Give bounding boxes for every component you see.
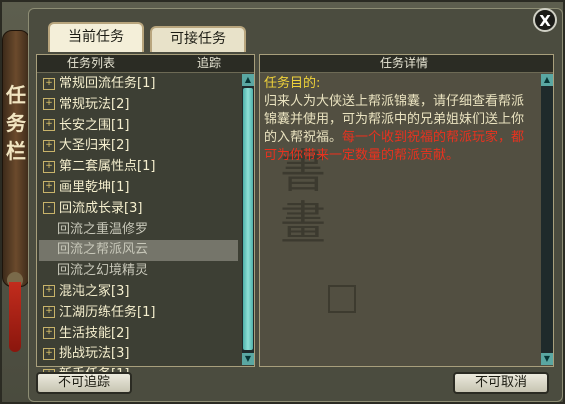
task-list-subitem[interactable]: 回流之幻境精灵	[39, 261, 238, 282]
cancel-task-button[interactable]: 不可取消	[453, 372, 549, 394]
tab-available-tasks[interactable]: 可接任务	[150, 26, 246, 52]
expand-icon[interactable]: +	[43, 347, 55, 360]
task-list-label: 挑战玩法[3]	[59, 346, 130, 362]
task-list-group[interactable]: + 画里乾坤[1]	[39, 178, 238, 199]
task-window: 任务栏 X 当前任务 可接任务 任务列表 追踪 + 常规回流任务[1] + 常规玩法[…	[0, 0, 565, 404]
task-detail-header: 任务详情	[260, 55, 553, 73]
close-button[interactable]: X	[533, 8, 557, 32]
task-detail-panel: 任务详情 書畫 任务目的: 归来人为大侠送上帮派锦囊，请仔细查看帮派锦囊并使用，…	[259, 54, 554, 367]
expand-icon[interactable]: +	[43, 98, 55, 111]
task-list-group[interactable]: + 常规回流任务[1]	[39, 74, 238, 95]
task-list-label: 常规回流任务[1]	[59, 76, 156, 91]
task-list-title: 任务列表	[67, 56, 116, 70]
seal-decoration	[328, 285, 356, 313]
expand-icon[interactable]: +	[43, 160, 55, 173]
scroll-thumb[interactable]	[243, 88, 253, 350]
scroll-down-arrow[interactable]: ▼	[242, 353, 254, 365]
expand-icon[interactable]: +	[43, 327, 55, 340]
collapse-icon[interactable]: -	[43, 202, 55, 215]
task-detail-scrollbar[interactable]: ▲ ▼	[541, 74, 553, 365]
task-list-group[interactable]: + 混沌之冢[3]	[39, 282, 238, 303]
track-column-title: 追踪	[197, 56, 222, 70]
task-list-subitem[interactable]: 回流之重温修罗	[39, 220, 238, 241]
expand-icon[interactable]: +	[43, 77, 55, 90]
task-list-group[interactable]: - 回流成长录[3]	[39, 199, 238, 220]
tassel-decoration	[9, 282, 21, 352]
task-list-label: 回流之重温修罗	[57, 221, 149, 237]
task-list-label: 混沌之冢[3]	[59, 283, 130, 299]
task-list: + 常规回流任务[1] + 常规玩法[2] + 长安之围[1] + 大圣归来[2] + 第二套属性…	[39, 74, 238, 386]
task-list-label: 大圣归来[2]	[59, 138, 130, 154]
expand-icon[interactable]: +	[43, 285, 55, 298]
tab-current-tasks[interactable]: 当前任务	[48, 22, 144, 52]
task-list-group[interactable]: + 第二套属性点[1]	[39, 157, 238, 178]
task-list-group[interactable]: + 挑战玩法[3]	[39, 344, 238, 365]
task-list-panel: 任务列表 追踪 + 常规回流任务[1] + 常规玩法[2] + 长安之围[1] + 大圣归来[…	[36, 54, 255, 382]
expand-icon[interactable]: +	[43, 306, 55, 319]
task-detail-title: 任务详情	[380, 56, 429, 70]
task-list-label: 画里乾坤[1]	[59, 179, 130, 195]
task-list-label: 长安之围[1]	[59, 117, 130, 133]
detail-scroll-up-arrow[interactable]: ▲	[541, 74, 553, 86]
task-list-label: 回流成长录[3]	[59, 200, 143, 216]
untrack-button[interactable]: 不可追踪	[36, 372, 132, 394]
expand-icon[interactable]: +	[43, 119, 55, 132]
side-title: 任务栏	[6, 83, 26, 163]
task-list-group[interactable]: + 大圣归来[2]	[39, 136, 238, 157]
task-list-group[interactable]: + 江湖历练任务[1]	[39, 303, 238, 324]
task-list-label: 生活技能[2]	[59, 325, 130, 341]
task-list-group[interactable]: + 长安之围[1]	[39, 116, 238, 137]
task-detail-text: 任务目的: 归来人为大侠送上帮派锦囊，请仔细查看帮派锦囊并使用，可为帮派中的兄弟…	[264, 75, 534, 165]
task-list-label: 江湖历练任务[1]	[59, 304, 156, 320]
task-list-label: 常规玩法[2]	[59, 96, 130, 112]
task-list-scrollbar[interactable]: ▲ ▼	[242, 74, 254, 365]
task-list-label: 第二套属性点[1]	[59, 159, 156, 175]
expand-icon[interactable]: +	[43, 181, 55, 194]
task-purpose-label: 任务目的:	[264, 76, 321, 91]
scroll-up-arrow[interactable]: ▲	[242, 74, 254, 86]
task-list-header: 任务列表 追踪	[37, 55, 254, 73]
task-list-group[interactable]: + 常规玩法[2]	[39, 95, 238, 116]
detail-scroll-down-arrow[interactable]: ▼	[541, 353, 553, 365]
task-list-label: 回流之幻境精灵	[57, 263, 149, 279]
task-list-label: 回流之帮派风云	[57, 242, 149, 258]
task-list-group[interactable]: + 生活技能[2]	[39, 324, 238, 345]
expand-icon[interactable]: +	[43, 139, 55, 152]
task-list-subitem[interactable]: 回流之帮派风云	[39, 240, 238, 262]
side-title-scroll: 任务栏	[2, 30, 30, 287]
